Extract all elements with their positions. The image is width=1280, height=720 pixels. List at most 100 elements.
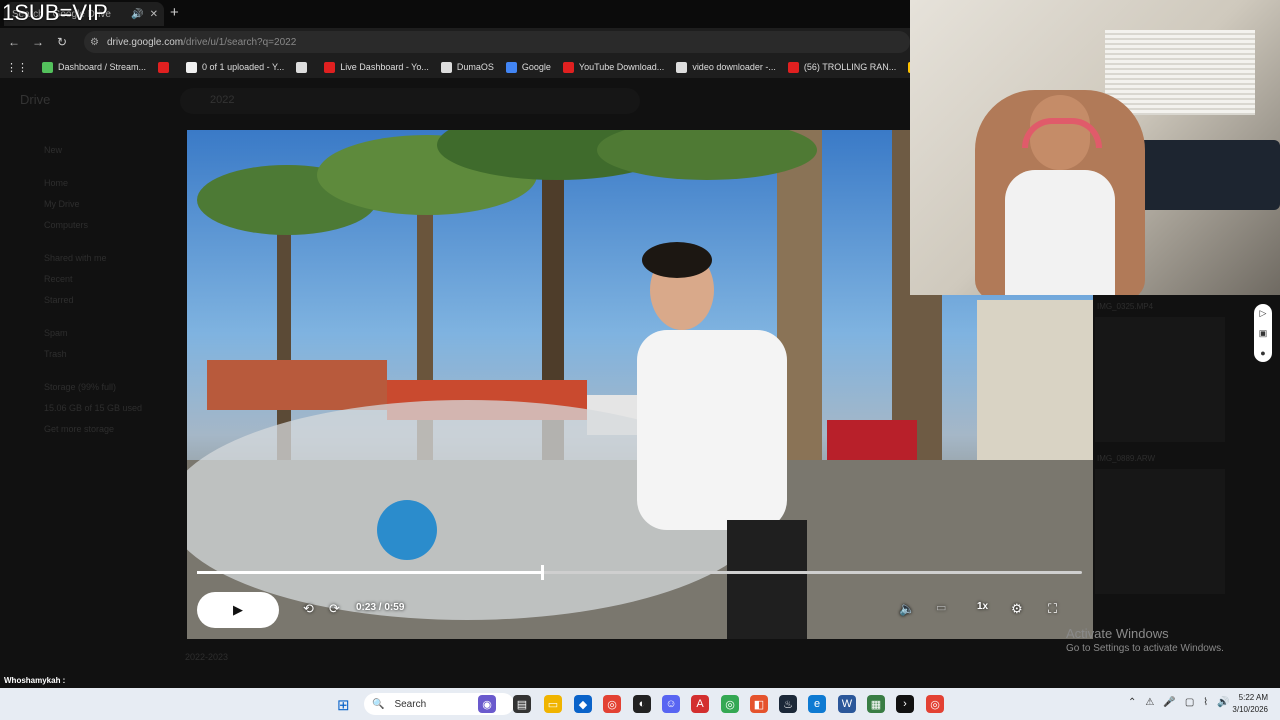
- sidebar-item[interactable]: Shared with me: [24, 248, 164, 269]
- sidebar-item[interactable]: Trash: [24, 344, 164, 365]
- webcam-blinds: [1105, 30, 1255, 115]
- activate-windows-subtitle: Go to Settings to activate Windows.: [1066, 643, 1224, 654]
- display-icon[interactable]: ▢: [1185, 697, 1194, 708]
- sidebar-item[interactable]: Recent: [24, 269, 164, 290]
- mic-icon[interactable]: ●: [1260, 348, 1265, 358]
- sidebar-item[interactable]: 15.06 GB of 15 GB used: [24, 398, 164, 419]
- back-icon[interactable]: ←: [2, 35, 26, 49]
- bookmark-label: YouTube Download...: [578, 62, 665, 72]
- bookmark-favicon-icon: [676, 61, 688, 73]
- sidebar-item[interactable]: Get more storage: [24, 419, 164, 440]
- bookmark-item[interactable]: Live Dashboard - Yo...: [324, 61, 429, 73]
- file-name: IMG_0889.ARW: [1097, 454, 1156, 463]
- clock-time: 5:22 AM: [1238, 693, 1268, 702]
- playback-speed[interactable]: 1x: [977, 601, 988, 612]
- bookmark-favicon-icon: [787, 61, 799, 73]
- fullscreen-icon[interactable]: ⛶: [1048, 601, 1057, 617]
- system-tray: ⌃ ⚠ 🎤 ▢ ⌇ 🔊: [1128, 697, 1230, 708]
- settings-icon[interactable]: ⚙: [1011, 601, 1023, 617]
- widget-icon[interactable]: ◉: [478, 695, 496, 713]
- seek-handle[interactable]: [541, 565, 545, 580]
- word-icon[interactable]: W: [838, 695, 856, 713]
- arrow-icon[interactable]: ▷: [1260, 308, 1267, 319]
- store-icon[interactable]: ◆: [574, 695, 592, 713]
- discord-icon[interactable]: ☺: [662, 695, 680, 713]
- sidebar-item[interactable]: Starred: [24, 290, 164, 311]
- app-icon[interactable]: ▦: [867, 695, 885, 713]
- bookmark-label: DumaOS: [456, 62, 494, 72]
- close-tab-icon[interactable]: ✕: [150, 9, 158, 20]
- acrobat-icon[interactable]: A: [691, 695, 709, 713]
- chat-message: Whoshamykah :: [0, 674, 260, 688]
- activate-windows-title: Activate Windows: [1066, 626, 1169, 641]
- rewind-10-icon[interactable]: ⟲: [303, 601, 314, 617]
- bookmark-favicon-icon: [562, 61, 574, 73]
- forward-10-icon[interactable]: ⟳: [329, 601, 340, 617]
- bookmark-favicon-icon: [440, 61, 452, 73]
- bookmark-item[interactable]: DumaOS: [440, 61, 494, 73]
- bookmark-item[interactable]: [158, 61, 174, 73]
- bookmark-item[interactable]: (56) TROLLING RAN...: [787, 61, 897, 73]
- terminal-icon[interactable]: ›: [896, 695, 914, 713]
- captions-icon[interactable]: ▭: [936, 601, 946, 614]
- site-info-icon[interactable]: ⚙: [90, 37, 99, 48]
- chrome-icon[interactable]: ◎: [603, 695, 621, 713]
- total-time: 0:59: [384, 602, 405, 613]
- search-icon: 🔍: [372, 698, 385, 710]
- apps-grid-icon[interactable]: ⋮⋮: [6, 61, 28, 74]
- edge-icon[interactable]: e: [808, 695, 826, 713]
- bookmark-item[interactable]: Dashboard / Stream...: [42, 61, 146, 73]
- windows-start-icon[interactable]: ⊞: [337, 696, 350, 714]
- chevron-up-icon[interactable]: ⌃: [1128, 697, 1136, 708]
- play-button[interactable]: ▶: [197, 592, 279, 628]
- sidebar-item[interactable]: My Drive: [24, 194, 164, 215]
- bookmark-label: (56) TROLLING RAN...: [803, 62, 897, 72]
- bookmark-label: 0 of 1 uploaded - Y...: [202, 62, 285, 72]
- sidebar-item[interactable]: Home: [24, 173, 164, 194]
- file-explorer-icon[interactable]: ▭: [544, 695, 562, 713]
- sidebar-item[interactable]: Spam: [24, 323, 164, 344]
- bookmark-item[interactable]: Google: [505, 61, 551, 73]
- seek-progress-fill: [197, 571, 543, 574]
- bookmark-favicon-icon: [158, 61, 170, 73]
- sidebar-item[interactable]: Storage (99% full): [24, 377, 164, 398]
- file-grid-partial: IMG_0325.MP4 IMG_0889.ARW: [1095, 298, 1225, 678]
- browser-toolbar: ← → ↻ ⚙ drive.google.com/drive/u/1/searc…: [0, 28, 910, 56]
- file-thumbnail[interactable]: [1095, 469, 1225, 594]
- address-bar[interactable]: ⚙ drive.google.com/drive/u/1/search?q=20…: [84, 31, 910, 53]
- chrome-active-icon[interactable]: ◎: [926, 695, 944, 713]
- speaker-icon[interactable]: 🔊: [131, 9, 143, 20]
- bookmark-item[interactable]: 0 of 1 uploaded - Y...: [186, 61, 285, 73]
- task-view-icon[interactable]: ▤: [513, 695, 531, 713]
- obs-icon[interactable]: ◐: [633, 695, 651, 713]
- stream-overlay-text: 1SUB=VIP: [2, 0, 108, 25]
- new-button[interactable]: New: [24, 140, 164, 161]
- file-name: IMG_0325.MP4: [1097, 302, 1154, 311]
- bookmark-favicon-icon: [42, 61, 53, 73]
- sidebar-item[interactable]: Computers: [24, 215, 164, 236]
- app-icon[interactable]: ◧: [750, 695, 768, 713]
- bookmark-item[interactable]: video downloader -...: [676, 61, 776, 73]
- bookmark-label: Live Dashboard - Yo...: [340, 62, 429, 72]
- taskbar-clock[interactable]: 5:22 AM 3/10/2026: [1222, 692, 1268, 716]
- new-tab-icon[interactable]: +: [170, 4, 179, 21]
- chat-icon[interactable]: ▣: [1259, 328, 1268, 339]
- bookmark-item[interactable]: [296, 61, 312, 73]
- bookmark-label: Google: [521, 62, 551, 72]
- bookmark-item[interactable]: YouTube Download...: [562, 61, 665, 73]
- webcam-tank-top: [1005, 170, 1115, 295]
- url-path: /drive/u/1/search?q=2022: [183, 36, 297, 48]
- wifi-icon[interactable]: ⌇: [1203, 697, 1208, 708]
- drive-search-input[interactable]: 2022: [180, 88, 640, 114]
- taskbar-search-label: Search: [394, 698, 427, 710]
- forward-icon[interactable]: →: [26, 35, 50, 49]
- video-seek-bar[interactable]: [197, 565, 1082, 580]
- network-icon[interactable]: ⚠: [1145, 697, 1154, 708]
- file-thumbnail[interactable]: [1095, 317, 1225, 442]
- chrome-alt-icon[interactable]: ◎: [721, 695, 739, 713]
- volume-icon[interactable]: 🔈: [899, 601, 915, 617]
- steam-icon[interactable]: ♨: [779, 695, 797, 713]
- bookmark-label: video downloader -...: [692, 62, 776, 72]
- mic-icon[interactable]: 🎤: [1163, 697, 1175, 708]
- reload-icon[interactable]: ↻: [50, 35, 74, 49]
